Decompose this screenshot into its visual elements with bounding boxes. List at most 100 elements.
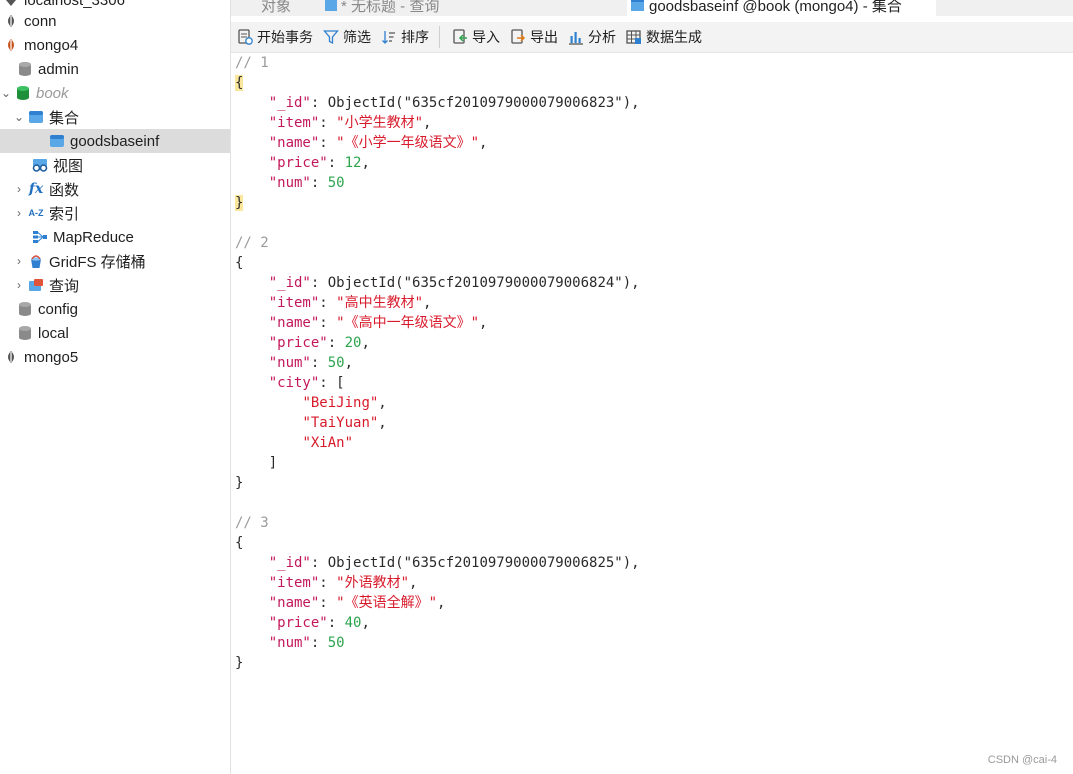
database-icon (16, 61, 34, 77)
tab-label: * 无标题 - 查询 (341, 0, 440, 15)
tree-item-views[interactable]: 视图 (0, 153, 230, 177)
connection-icon (2, 13, 20, 29)
tree-item-label: 集合 (49, 109, 80, 127)
import-icon (453, 29, 467, 44)
connection-icon (2, 349, 20, 365)
toolbar-divider (439, 26, 440, 48)
tree-item-collections[interactable]: ⌄ 集合 (0, 105, 230, 129)
document-close-brace: } (235, 195, 244, 211)
sort-label: 排序 (401, 29, 429, 45)
index-az-icon: A-Z (28, 208, 44, 218)
field-line-name: "name": "《英语全解》", (268, 595, 446, 611)
data-generate-label: 数据生成 (646, 29, 702, 45)
field-line-item: "item": "外语教材", (268, 575, 418, 591)
view-glasses-icon (31, 157, 49, 173)
navigation-tree: localhost_3306 conn mongo4 admin ⌄ book … (0, 0, 231, 774)
tree-item-label: mongo4 (24, 36, 79, 54)
document-comment: // 3 (235, 515, 269, 531)
begin-transaction-button[interactable]: 开始事务 (237, 25, 313, 49)
document-comment: // 2 (235, 235, 269, 251)
toolbar: 开始事务 筛选 排序 导入 导出 分析 数据生成 (231, 22, 1073, 53)
array-item: "XiAn" (302, 435, 354, 451)
tree-item-label: MapReduce (53, 228, 134, 246)
analyze-label: 分析 (588, 29, 616, 45)
tree-item-goodsbaseinf[interactable]: goodsbaseinf (0, 129, 230, 153)
data-generate-button[interactable]: 数据生成 (626, 25, 702, 49)
import-button[interactable]: 导入 (452, 25, 500, 49)
field-line-price: "price": 12, (268, 155, 370, 171)
analyze-chart-icon (569, 32, 583, 45)
tree-item-label: 视图 (53, 157, 84, 175)
watermark: CSDN @cai-4 (987, 754, 1057, 766)
collection-icon (48, 133, 66, 149)
document-comment: // 1 (235, 55, 269, 71)
tree-item-label: admin (38, 60, 79, 78)
field-line-item: "item": "小学生教材", (268, 115, 432, 131)
tab-bar: 对象 * 无标题 - 查询 goodsbaseinf @book (mongo4… (231, 0, 1073, 16)
tab-label: goodsbaseinf @book (mongo4) - 集合 (649, 0, 902, 15)
field-line-name: "name": "《小学一年级语文》", (268, 135, 488, 151)
chevron-down-icon[interactable]: ⌄ (0, 86, 12, 100)
document-open-brace: { (235, 255, 244, 271)
filter-label: 筛选 (343, 29, 371, 45)
collection-folder-icon (27, 109, 45, 125)
tree-item-label: conn (24, 12, 57, 30)
array-item: "TaiYuan", (302, 415, 387, 431)
analyze-button[interactable]: 分析 (568, 25, 616, 49)
chevron-right-icon[interactable]: › (13, 182, 25, 196)
field-line-price: "price": 40, (268, 615, 370, 631)
field-line-city: "city": [ (268, 375, 345, 391)
chevron-right-icon[interactable]: › (13, 206, 25, 220)
document-editor[interactable]: // 1 { "_id": ObjectId("635cf20109790000… (232, 53, 1073, 774)
tab-untitled-query[interactable]: * 无标题 - 查询 (319, 0, 625, 16)
tree-item-indexes[interactable]: › A-Z 索引 (0, 201, 230, 225)
array-item: "BeiJing", (302, 395, 387, 411)
tab-goodsbaseinf-collection[interactable]: goodsbaseinf @book (mongo4) - 集合 (627, 0, 936, 16)
mapreduce-icon (31, 229, 49, 245)
query-icon (27, 277, 45, 293)
sort-button[interactable]: 排序 (381, 25, 429, 49)
export-icon (511, 29, 526, 44)
tree-item-mapreduce[interactable]: MapReduce (0, 225, 230, 249)
tree-item-conn[interactable]: conn (0, 9, 230, 33)
collection-tab-icon (631, 0, 644, 11)
chevron-right-icon[interactable]: › (13, 278, 25, 292)
field-line-item: "item": "高中生教材", (268, 295, 432, 311)
field-line-price: "price": 20, (268, 335, 370, 351)
document-close-brace: } (235, 475, 244, 491)
tree-item-label: config (38, 300, 79, 318)
export-button[interactable]: 导出 (510, 25, 558, 49)
tree-item-mongo5[interactable]: mongo5 (0, 345, 230, 369)
field-line-num: "num": 50, (268, 355, 354, 371)
tree-item-local[interactable]: local (0, 321, 230, 345)
tree-item-label: mongo5 (24, 348, 79, 366)
transaction-icon (238, 29, 253, 45)
tree-item-book[interactable]: ⌄ book (0, 81, 229, 105)
database-icon (16, 325, 34, 341)
begin-transaction-label: 开始事务 (257, 29, 313, 45)
tree-item-admin[interactable]: admin (0, 57, 230, 81)
bucket-icon (27, 253, 45, 269)
mysql-connection-icon (2, 0, 20, 8)
filter-button[interactable]: 筛选 (323, 25, 371, 49)
array-close-bracket: ] (235, 455, 278, 471)
tree-item-label: 索引 (49, 205, 80, 223)
chevron-down-icon[interactable]: ⌄ (13, 110, 25, 124)
filter-icon (323, 30, 339, 45)
query-tab-icon (325, 0, 337, 11)
tree-item-label: GridFS 存储桶 (49, 253, 146, 271)
tree-item-gridfs[interactable]: › GridFS 存储桶 (0, 249, 230, 273)
tree-item-label: local (38, 324, 69, 342)
tree-item-queries[interactable]: › 查询 (0, 273, 230, 297)
database-icon (14, 85, 32, 101)
tree-item-config[interactable]: config (0, 297, 230, 321)
data-generate-icon (626, 30, 641, 44)
tree-item-label: 函数 (49, 181, 80, 199)
tree-item-mongo4[interactable]: mongo4 (0, 33, 230, 57)
tree-item-label: goodsbaseinf (70, 132, 160, 150)
tree-item-label: localhost_3306 (24, 0, 125, 9)
function-icon: fx (28, 181, 44, 197)
tree-item-functions[interactable]: › fx 函数 (0, 177, 230, 201)
document-open-brace: { (235, 75, 244, 91)
chevron-right-icon[interactable]: › (13, 254, 25, 268)
